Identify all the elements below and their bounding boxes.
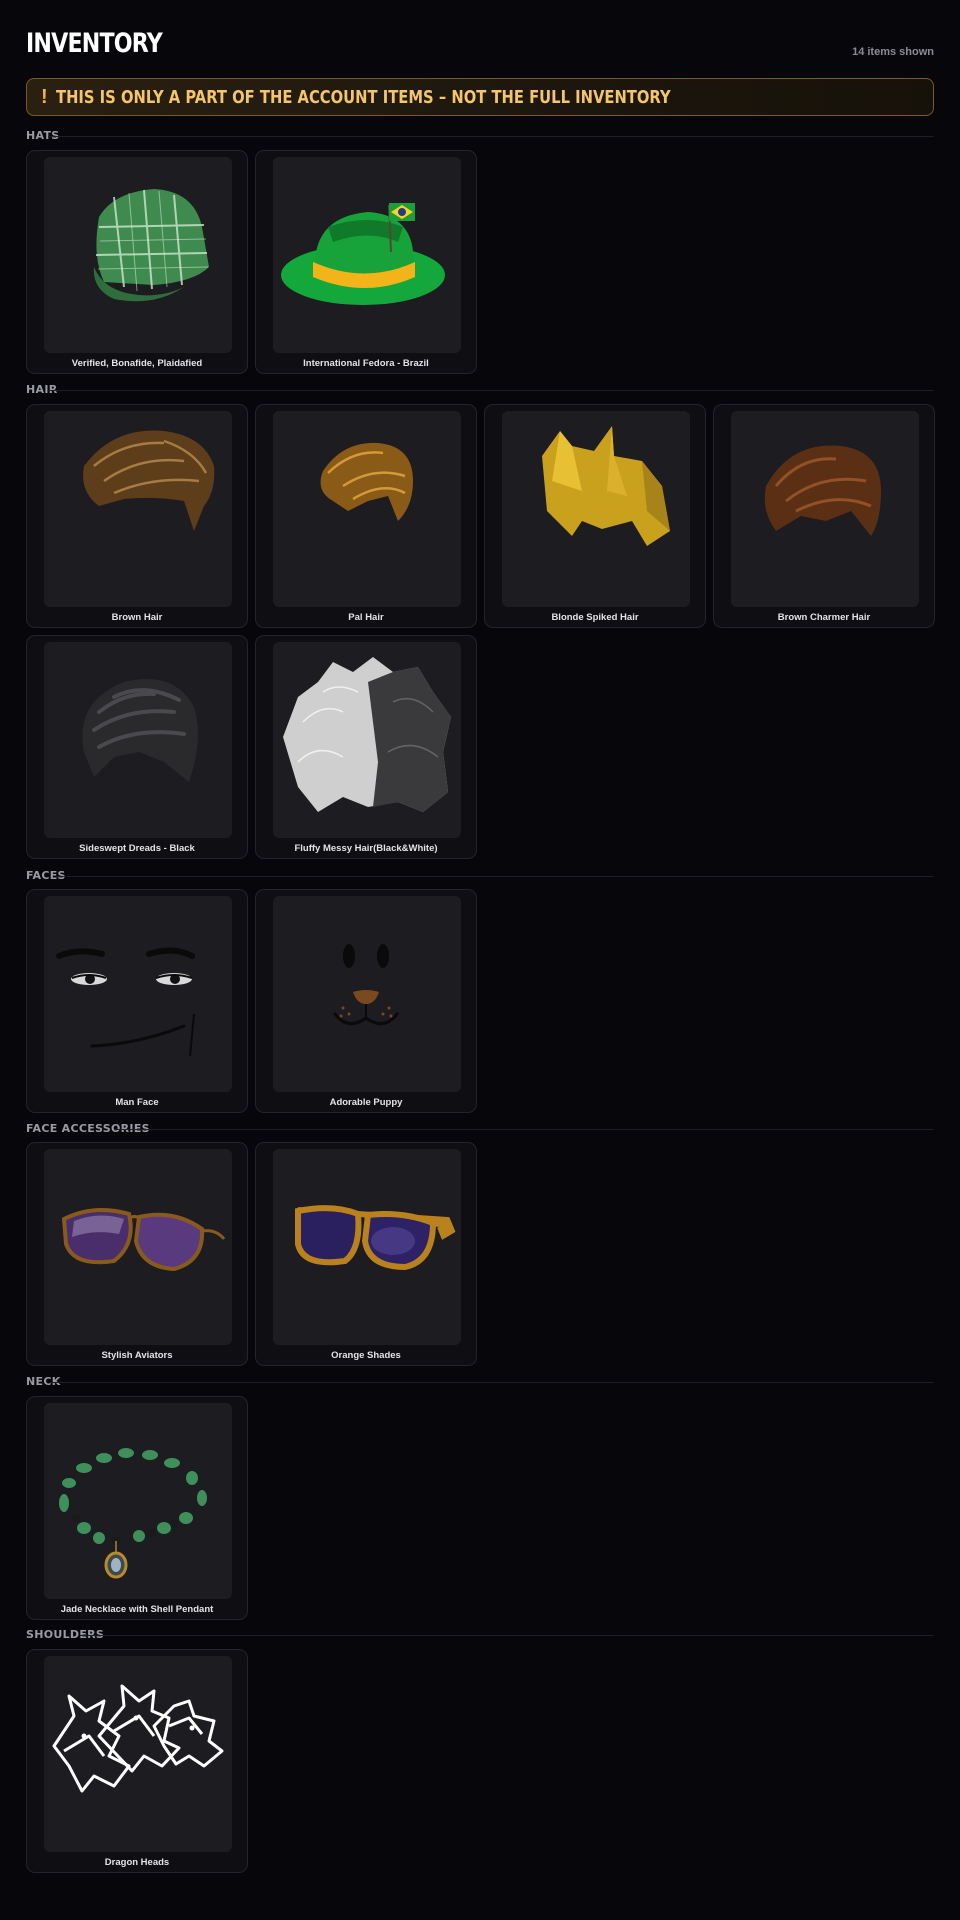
item-name: Adorable Puppy (329, 1097, 403, 1108)
section-divider (48, 136, 934, 137)
brown-hair-icon (44, 411, 232, 607)
notice-text: THIS IS ONLY A PART OF THE ACCOUNT ITEMS… (55, 86, 671, 108)
section-label-hair: HAIR (26, 383, 58, 396)
brazil-fedora-icon (273, 157, 461, 353)
item-card[interactable]: Verified, Bonafide, Plaidafied (26, 150, 248, 374)
item-name: Brown Charmer Hair (777, 612, 871, 623)
item-card[interactable]: Sideswept Dreads - Black (26, 635, 248, 859)
jade-necklace-icon (44, 1403, 232, 1599)
dragon-heads-icon (44, 1656, 232, 1852)
section-divider (48, 390, 934, 391)
item-name: Orange Shades (331, 1350, 401, 1361)
item-name: International Fedora - Brazil (303, 358, 429, 369)
fluffy-hair-icon (273, 642, 461, 838)
item-card[interactable]: Fluffy Messy Hair(Black&White) (255, 635, 477, 859)
item-card[interactable]: Man Face (26, 889, 248, 1113)
section-divider (114, 1129, 934, 1130)
orange-shades-icon (273, 1149, 461, 1345)
plaid-cap-icon (44, 157, 232, 353)
item-name: Dragon Heads (104, 1857, 170, 1868)
item-name: Verified, Bonafide, Plaidafied (71, 358, 203, 369)
section-divider (80, 1635, 934, 1636)
item-card[interactable]: Jade Necklace with Shell Pendant (26, 1396, 248, 1620)
item-card[interactable]: Stylish Aviators (26, 1142, 248, 1366)
item-name: Man Face (115, 1097, 159, 1108)
aviators-icon (44, 1149, 232, 1345)
item-card[interactable]: Dragon Heads (26, 1649, 248, 1873)
item-name: Stylish Aviators (101, 1350, 173, 1361)
section-label-face-accessories: FACE ACCESSORIES (26, 1122, 150, 1135)
item-card[interactable]: International Fedora - Brazil (255, 150, 477, 374)
section-label-faces: FACES (26, 869, 66, 882)
item-card[interactable]: Blonde Spiked Hair (484, 404, 706, 628)
section-label-hats: HATS (26, 129, 60, 142)
inventory-page: INVENTORY 14 items shown ! THIS IS ONLY … (26, 0, 935, 1873)
man-face-icon (44, 896, 232, 1092)
section-divider (56, 876, 934, 877)
dreads-hair-icon (44, 642, 232, 838)
section-label-neck: NECK (26, 1375, 61, 1388)
header: INVENTORY 14 items shown (26, 0, 934, 74)
item-card[interactable]: Brown Hair (26, 404, 248, 628)
item-name: Jade Necklace with Shell Pendant (60, 1604, 214, 1615)
section-label-shoulders: SHOULDERS (26, 1628, 105, 1641)
pal-hair-icon (273, 411, 461, 607)
brown-charmer-hair-icon (731, 411, 919, 607)
item-card[interactable]: Orange Shades (255, 1142, 477, 1366)
section-divider (50, 1382, 934, 1383)
puppy-face-icon (273, 896, 461, 1092)
page-title: INVENTORY (26, 28, 163, 59)
item-name: Fluffy Messy Hair(Black&White) (294, 843, 438, 854)
item-name: Brown Hair (111, 612, 163, 623)
item-name: Sideswept Dreads - Black (79, 843, 195, 854)
item-card[interactable]: Brown Charmer Hair (713, 404, 935, 628)
partial-inventory-notice: ! THIS IS ONLY A PART OF THE ACCOUNT ITE… (26, 78, 934, 116)
items-count: 14 items shown (852, 46, 934, 58)
warning-icon: ! (41, 85, 48, 108)
blonde-spiked-hair-icon (502, 411, 690, 607)
item-card[interactable]: Pal Hair (255, 404, 477, 628)
item-name: Blonde Spiked Hair (551, 612, 639, 623)
item-name: Pal Hair (348, 612, 384, 623)
item-card[interactable]: Adorable Puppy (255, 889, 477, 1113)
